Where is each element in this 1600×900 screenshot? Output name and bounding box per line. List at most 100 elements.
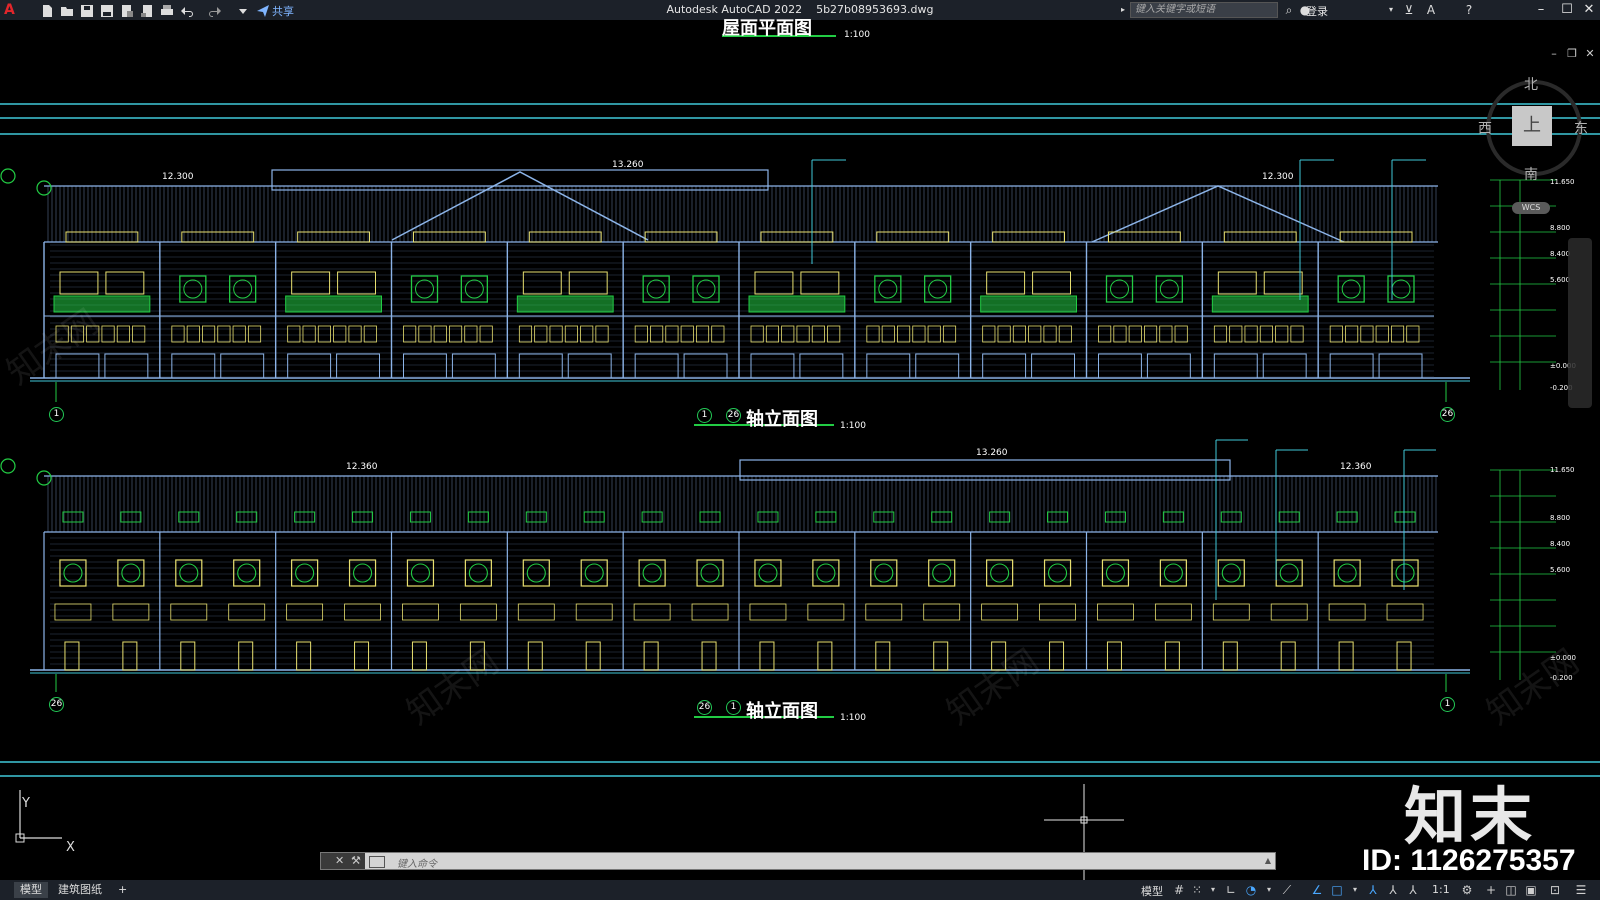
clerestory-window	[413, 231, 486, 243]
add-layout-button[interactable]: +	[112, 882, 133, 898]
model-space-toggle[interactable]: 模型	[1141, 883, 1163, 899]
round-window	[696, 279, 716, 299]
tab-layout[interactable]: 建筑图纸	[52, 882, 108, 898]
transom-window	[287, 325, 301, 343]
ortho-icon[interactable]: ∟	[1224, 882, 1238, 898]
cart-icon[interactable]: ⊻	[1402, 3, 1416, 17]
isolate-objects-icon[interactable]: ◫	[1504, 882, 1518, 898]
plus-icon[interactable]: +	[1484, 882, 1498, 898]
transom-window	[449, 325, 463, 343]
clean-screen-icon[interactable]: ⊡	[1548, 882, 1562, 898]
undo-icon[interactable]	[180, 3, 194, 17]
help-icon[interactable]: ?	[1462, 3, 1476, 17]
chevron-up-icon[interactable]: ▲	[1265, 856, 1271, 865]
transom-window	[1406, 325, 1420, 343]
snap-icon[interactable]: ⁙	[1190, 882, 1204, 898]
open-file-icon[interactable]	[60, 3, 74, 17]
autodesk-app-icon[interactable]: A	[1424, 3, 1438, 17]
chevron-down-icon[interactable]: ▾	[1262, 882, 1276, 898]
viewcube-top-face[interactable]: 上	[1512, 106, 1552, 146]
search-icon[interactable]: ⌕	[1282, 3, 1296, 17]
hardware-acceleration-icon[interactable]: ▣	[1524, 882, 1538, 898]
shop-door	[915, 353, 960, 379]
transom-window	[1328, 603, 1366, 621]
transom-window	[811, 325, 825, 343]
save-icon[interactable]	[80, 3, 94, 17]
transom-window	[112, 603, 150, 621]
transom-window	[1159, 325, 1173, 343]
clerestory-window	[297, 231, 370, 243]
save-as-icon[interactable]	[100, 3, 114, 17]
recent-commands-icon[interactable]	[369, 856, 385, 868]
share-icon[interactable]	[256, 3, 270, 17]
shop-door	[1378, 353, 1423, 379]
shop-door	[1098, 353, 1142, 379]
grid-icon[interactable]: #	[1172, 882, 1186, 898]
minimize-button[interactable]: –	[1532, 1, 1550, 19]
redo-icon[interactable]	[208, 3, 222, 17]
chevron-down-icon[interactable]: ▾	[1348, 882, 1362, 898]
shop-door	[451, 353, 496, 379]
annotation-scale-icon[interactable]: ⅄	[1406, 882, 1420, 898]
cad-drawing	[0, 35, 1600, 880]
shop-door	[634, 353, 679, 379]
round-window	[700, 563, 720, 583]
share-label[interactable]: 共享	[272, 3, 294, 19]
transom-window	[1259, 325, 1273, 343]
section-bubble	[0, 168, 16, 184]
gear-icon[interactable]: ⚙	[1460, 882, 1474, 898]
vent-window	[1047, 511, 1069, 523]
wrench-icon[interactable]: ⚒	[351, 854, 361, 867]
publish-icon[interactable]	[140, 3, 154, 17]
annotation-scale-value[interactable]: 1:1	[1432, 883, 1450, 896]
compass-east[interactable]: 东	[1574, 118, 1588, 138]
open-from-web-icon[interactable]	[120, 3, 134, 17]
compass-south[interactable]: 南	[1524, 164, 1538, 184]
tab-model[interactable]: 模型	[14, 882, 48, 898]
customization-menu-icon[interactable]: ☰	[1574, 882, 1588, 898]
upper-window	[337, 271, 377, 295]
isodraft-icon[interactable]: ⟋	[1280, 882, 1294, 898]
object-snap-icon[interactable]: □	[1330, 882, 1344, 898]
transom-window	[665, 325, 679, 343]
transom-window	[1098, 325, 1112, 343]
compass-west[interactable]: 西	[1478, 118, 1492, 138]
search-input[interactable]: 键入关键字或短语	[1130, 2, 1278, 18]
round-window	[1341, 279, 1361, 299]
annotation-visibility-icon[interactable]: ⅄	[1366, 882, 1380, 898]
new-file-icon[interactable]	[40, 3, 54, 17]
compass-north[interactable]: 北	[1524, 74, 1538, 94]
transom-window	[865, 603, 903, 621]
auto-scale-icon[interactable]: ⅄	[1386, 882, 1400, 898]
object-snap-tracking-icon[interactable]: ∠	[1310, 882, 1324, 898]
viewport-minimize-icon[interactable]: –	[1548, 48, 1560, 60]
login-button[interactable]: 登录	[1306, 3, 1328, 19]
title-axis-end: 1	[726, 700, 741, 715]
command-line[interactable]: ✕ ⚒ 键入命令 ▲	[320, 852, 1276, 870]
vent-window	[931, 511, 953, 523]
viewport-restore-icon[interactable]: ❐	[1566, 48, 1578, 60]
login-dropdown-icon[interactable]: ▾	[1384, 3, 1398, 17]
transom-window	[749, 603, 787, 621]
autocad-logo-icon[interactable]: A	[4, 2, 20, 18]
expand-arrow-icon[interactable]: ▸	[1116, 3, 1130, 17]
viewport-close-icon[interactable]: ✕	[1584, 48, 1596, 60]
viewcube[interactable]: 上 北 南 西 东	[1478, 74, 1588, 183]
round-window	[179, 563, 199, 583]
upper-window	[1032, 271, 1072, 295]
navigation-bar[interactable]	[1568, 238, 1592, 408]
maximize-button[interactable]: ☐	[1558, 1, 1576, 19]
customize-dropdown-icon[interactable]	[236, 3, 250, 17]
transom-window	[595, 325, 609, 343]
wcs-menu[interactable]: WCS	[1512, 202, 1550, 214]
transom-window	[1212, 603, 1250, 621]
transom-window	[1097, 603, 1134, 621]
close-icon[interactable]: ✕	[335, 854, 344, 867]
polar-tracking-icon[interactable]: ◔	[1244, 882, 1258, 898]
plot-icon[interactable]	[160, 3, 174, 17]
chevron-down-icon[interactable]: ▾	[1206, 882, 1220, 898]
model-space-canvas[interactable]: 屋面平面图 1:100 1 26 轴立面图 1:100 26 1 轴立面图 1:…	[0, 18, 1600, 880]
ucs-x-label: X	[66, 840, 75, 855]
command-input[interactable]: 键入命令	[397, 855, 437, 870]
close-button[interactable]: ✕	[1580, 1, 1598, 19]
